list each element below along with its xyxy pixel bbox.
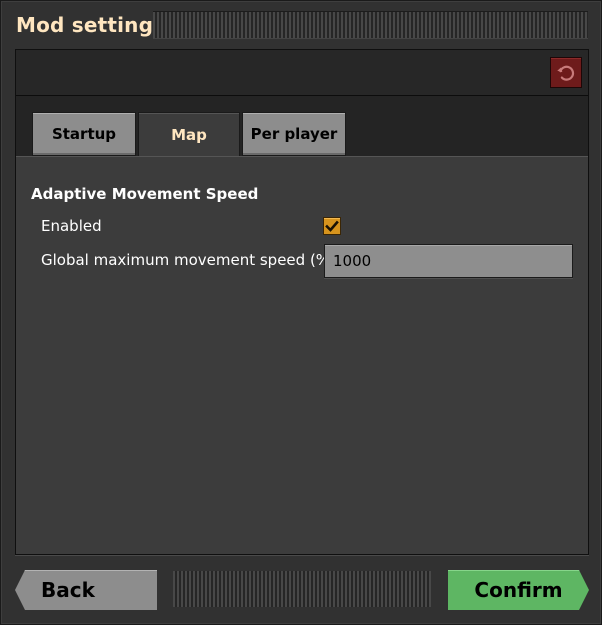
section-title: Adaptive Movement Speed [31,185,259,203]
footer-drag-handle[interactable] [173,571,431,607]
back-button[interactable]: Back [15,570,157,610]
window-title: Mod settings [16,13,166,37]
max-speed-input[interactable]: 1000 [324,244,573,278]
enabled-checkbox[interactable] [323,217,341,235]
tab-map[interactable]: Map [138,112,240,157]
confirm-button[interactable]: Confirm [448,570,589,610]
reset-button[interactable] [550,57,582,88]
title-bar: Mod settings [1,1,602,49]
max-speed-label: Global maximum movement speed (%) [41,251,336,269]
reset-icon [557,65,575,81]
tab-startup[interactable]: Startup [32,112,136,156]
footer: Back Confirm [1,555,602,625]
settings-frame: Startup Map Per player Adaptive Movement… [15,49,589,555]
checkmark-icon [325,220,339,232]
tab-strip: Startup Map Per player [16,96,588,157]
settings-toolbar [16,50,588,96]
enabled-label: Enabled [41,217,102,235]
tab-content-map: Adaptive Movement Speed Enabled Global m… [16,156,588,554]
mod-settings-window: Mod settings Startup Map Per player Adap… [0,0,602,625]
tab-per-player[interactable]: Per player [242,112,346,156]
title-drag-handle[interactable] [153,11,588,39]
